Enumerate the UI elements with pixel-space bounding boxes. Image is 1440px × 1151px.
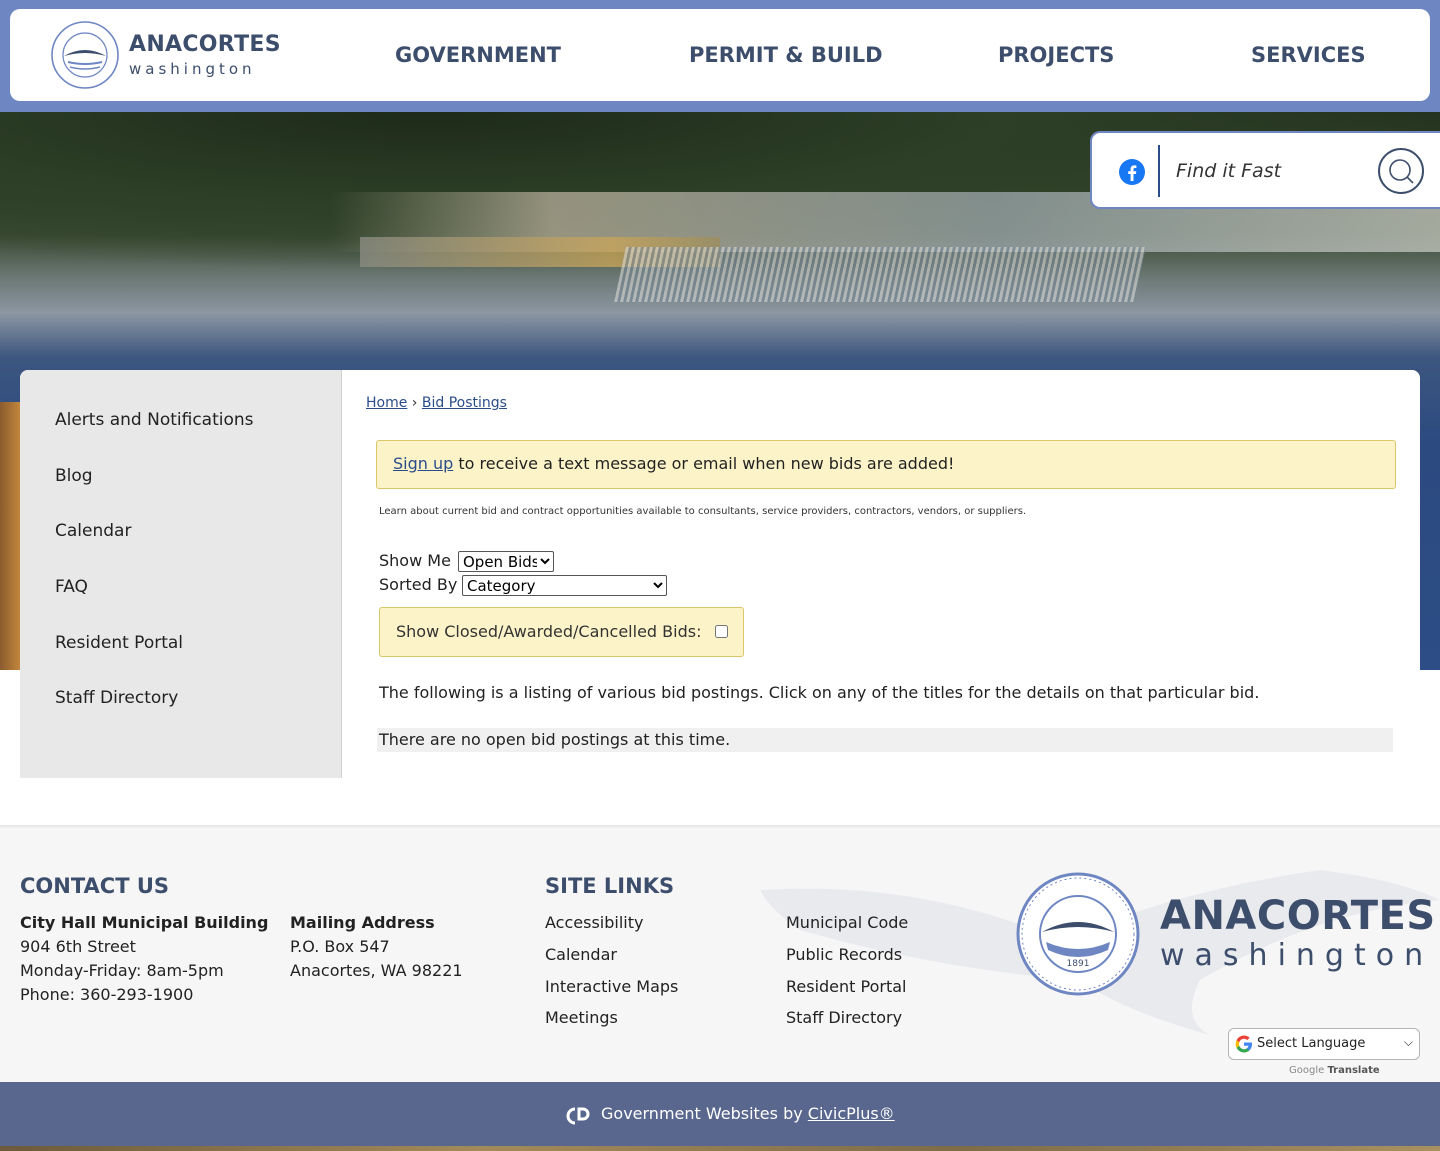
logo-state: washington (129, 60, 256, 78)
facebook-icon[interactable] (1118, 158, 1146, 186)
footer-link-municipal-code[interactable]: Municipal Code (786, 913, 908, 932)
sidebar-item-alerts[interactable]: Alerts and Notifications (55, 410, 254, 430)
footer-link-accessibility[interactable]: Accessibility (545, 913, 643, 932)
footer-logo-state: washington (1160, 938, 1434, 973)
show-closed-label: Show Closed/Awarded/Cancelled Bids: (396, 622, 702, 641)
no-bids-message: There are no open bid postings at this t… (377, 728, 1393, 752)
show-closed-box: Show Closed/Awarded/Cancelled Bids: (379, 607, 744, 657)
seal-year: 1891 (1067, 959, 1090, 969)
sidebar-item-staff-directory[interactable]: Staff Directory (55, 688, 178, 708)
signup-alert: Sign up to receive a text message or ema… (376, 440, 1396, 489)
search-divider (1158, 145, 1160, 197)
sorted-by-label: Sorted By (379, 575, 458, 594)
powered-by-google: Google Translate (1289, 1065, 1380, 1076)
mailing-po-box: P.O. Box 547 (290, 937, 390, 956)
city-hall-title: City Hall Municipal Building (20, 913, 269, 932)
breadcrumb-bid-postings[interactable]: Bid Postings (422, 395, 507, 411)
city-hall-hours: Monday-Friday: 8am-5pm (20, 961, 224, 980)
sidebar-nav: Alerts and Notifications Blog Calendar F… (20, 370, 342, 778)
sidebar-item-calendar[interactable]: Calendar (55, 521, 131, 541)
mailing-block: Mailing Address P.O. Box 547 Anacortes, … (290, 911, 463, 983)
language-select-label: Select Language (1257, 1036, 1366, 1051)
signup-alert-text: to receive a text message or email when … (453, 454, 955, 473)
show-me-select[interactable]: Open Bids (458, 551, 554, 572)
breadcrumb-home[interactable]: Home (366, 395, 407, 411)
bottom-credit: Government Websites by CivicPlus® (601, 1104, 895, 1123)
sorted-by-select[interactable]: Category (462, 575, 667, 596)
footer-logo-name: ANACORTES (1160, 893, 1436, 939)
nav-services[interactable]: SERVICES (1251, 9, 1366, 101)
city-hall-block: City Hall Municipal Building 904 6th Str… (20, 911, 268, 1007)
city-hall-address: 904 6th Street (20, 937, 136, 956)
footer-link-public-records[interactable]: Public Records (786, 945, 902, 964)
nav-services-link[interactable]: SERVICES (1251, 43, 1366, 67)
google-g-icon (1235, 1035, 1252, 1053)
language-select[interactable]: Select Language ⌵ (1228, 1028, 1420, 1060)
breadcrumb-separator: › (411, 395, 418, 411)
site-logo[interactable]: ANACORTES washington (50, 20, 290, 90)
search-input[interactable] (1176, 153, 1356, 189)
powered-translate-text[interactable]: Translate (1327, 1065, 1379, 1076)
site-links-heading: SITE LINKS (545, 874, 675, 898)
contact-heading: CONTACT US (20, 874, 170, 898)
listing-description: The following is a listing of various bi… (379, 683, 1260, 702)
footer-link-interactive-maps[interactable]: Interactive Maps (545, 977, 678, 996)
mailing-city: Anacortes, WA 98221 (290, 961, 463, 980)
mailing-title: Mailing Address (290, 913, 435, 932)
city-seal-icon (51, 21, 119, 89)
bottom-image-strip (0, 1146, 1440, 1151)
search-box (1090, 131, 1440, 209)
bottom-bar: Government Websites by CivicPlus® (0, 1082, 1440, 1151)
nav-government[interactable]: GOVERNMENT (395, 9, 561, 101)
chevron-down-icon: ⌵ (1403, 1035, 1413, 1049)
sidebar-item-faq[interactable]: FAQ (55, 577, 88, 597)
sidebar-item-blog[interactable]: Blog (55, 466, 93, 486)
show-closed-checkbox[interactable] (715, 625, 728, 638)
nav-permit-build[interactable]: PERMIT & BUILD (689, 9, 883, 101)
bottom-credit-text: Government Websites by (601, 1104, 808, 1123)
signup-link[interactable]: Sign up (393, 454, 453, 473)
breadcrumb: Home › Bid Postings (366, 395, 507, 411)
intro-text: Learn about current bid and contract opp… (379, 506, 1027, 517)
powered-google-text: Google (1289, 1065, 1325, 1076)
show-me-label: Show Me (379, 551, 451, 570)
search-button[interactable] (1378, 148, 1424, 194)
main-content: Home › Bid Postings Sign up to receive a… (342, 370, 1420, 780)
footer-link-calendar[interactable]: Calendar (545, 945, 617, 964)
nav-projects[interactable]: PROJECTS (998, 9, 1114, 101)
nav-government-link[interactable]: GOVERNMENT (395, 43, 561, 67)
site-header: ANACORTES washington GOVERNMENT PERMIT &… (10, 9, 1430, 101)
nav-permit-build-link[interactable]: PERMIT & BUILD (689, 43, 883, 67)
logo-name: ANACORTES (129, 32, 281, 57)
civicplus-link[interactable]: CivicPlus® (808, 1104, 895, 1123)
nav-projects-link[interactable]: PROJECTS (998, 43, 1114, 67)
footer-city-seal-icon: 1891 (1016, 872, 1140, 996)
civicplus-icon (566, 1107, 590, 1125)
footer-link-staff-directory[interactable]: Staff Directory (786, 1008, 902, 1027)
sidebar-item-resident-portal[interactable]: Resident Portal (55, 633, 183, 653)
city-hall-phone: Phone: 360-293-1900 (20, 985, 194, 1004)
search-icon (1389, 159, 1414, 184)
footer-link-meetings[interactable]: Meetings (545, 1008, 618, 1027)
footer-link-resident-portal[interactable]: Resident Portal (786, 977, 907, 996)
